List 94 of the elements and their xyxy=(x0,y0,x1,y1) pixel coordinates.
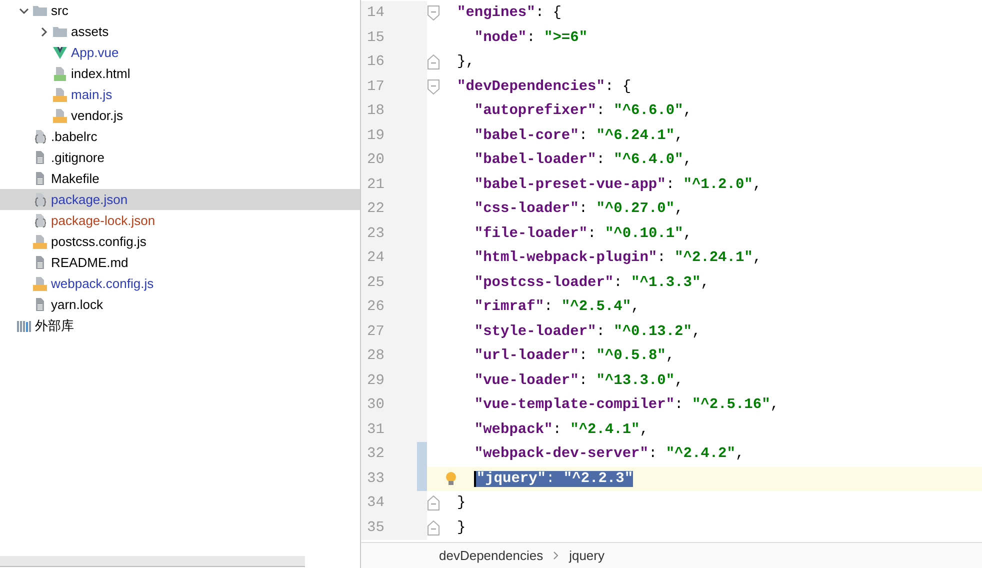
vue-file-icon xyxy=(52,44,68,60)
file-name: Makefile xyxy=(51,171,100,186)
scrollbar[interactable] xyxy=(0,556,305,567)
line-number: 35 xyxy=(361,516,417,540)
js-file-icon xyxy=(52,108,68,124)
line-number: 15 xyxy=(361,26,417,50)
line-number: 19 xyxy=(361,124,417,148)
line-number: 29 xyxy=(361,368,417,393)
code-line: "style-loader": "^0.13.2", xyxy=(473,324,701,340)
line-number: 25 xyxy=(361,270,417,295)
file-name: package.json xyxy=(51,192,128,207)
file-name: index.html xyxy=(71,66,130,81)
tree-row[interactable]: .babelrc xyxy=(0,126,360,147)
code-line: }, xyxy=(457,54,474,70)
line-number: 30 xyxy=(361,393,417,418)
file-name: src xyxy=(51,3,68,18)
code-line: } xyxy=(457,495,466,512)
code-line: "html-webpack-plugin": "^2.24.1", xyxy=(473,250,762,266)
json-file-icon xyxy=(32,128,48,144)
file-name: 外部库 xyxy=(35,316,74,334)
line-number: 26 xyxy=(361,295,417,320)
file-name: README.md xyxy=(51,255,128,270)
js-file-icon xyxy=(32,234,48,250)
code-line: "css-loader": "^0.27.0", xyxy=(473,201,684,218)
tree-row[interactable]: index.html xyxy=(0,63,360,84)
code-line: "babel-core": "^6.24.1", xyxy=(473,128,684,144)
json-file-icon xyxy=(32,212,48,228)
chevron-right-icon xyxy=(553,551,560,560)
code-line: "babel-preset-vue-app": "^1.2.0", xyxy=(473,176,762,193)
tree-row[interactable]: Makefile xyxy=(0,168,360,189)
line-number: 16 xyxy=(361,50,417,74)
json-file-icon xyxy=(32,192,48,208)
line-number: 20 xyxy=(361,148,417,172)
file-name: App.vue xyxy=(71,45,119,60)
tree-row[interactable]: vendor.js xyxy=(0,105,360,126)
code-line: "engines": { xyxy=(457,5,562,22)
line-number: 27 xyxy=(361,320,417,344)
line-number: 21 xyxy=(361,172,417,197)
tree-row[interactable]: .gitignore xyxy=(0,147,360,168)
code-line: "postcss-loader": "^1.3.3", xyxy=(473,274,710,291)
file-name: assets xyxy=(71,24,109,39)
file-name: vendor.js xyxy=(71,108,124,123)
breadcrumb[interactable]: jquery xyxy=(569,548,604,563)
lightbulb-icon[interactable] xyxy=(445,470,457,486)
tree-row[interactable]: yarn.lock xyxy=(0,294,360,315)
code-line: "babel-loader": "^6.4.0", xyxy=(473,152,692,168)
tree-row[interactable]: App.vue xyxy=(0,42,360,63)
fold-end-icon[interactable] xyxy=(427,495,440,512)
line-number: 28 xyxy=(361,344,417,368)
file-name: webpack.config.js xyxy=(51,276,154,291)
file-name: postcss.config.js xyxy=(51,234,146,249)
file-name: yarn.lock xyxy=(51,297,104,312)
fold-end-icon[interactable] xyxy=(427,54,440,70)
tree-row[interactable]: assets xyxy=(0,21,360,42)
file-name: package-lock.json xyxy=(51,213,156,228)
code-line: "webpack": "^2.4.1", xyxy=(473,422,648,438)
fold-icon[interactable] xyxy=(427,5,440,22)
file-name: .babelrc xyxy=(51,129,98,144)
line-number: 32 xyxy=(361,442,417,466)
js-file-icon xyxy=(52,86,68,102)
code-line: "vue-loader": "^13.3.0", xyxy=(473,372,684,389)
code-line: } xyxy=(457,520,466,536)
tree-row[interactable]: package-lock.json xyxy=(0,210,360,231)
line-number: 31 xyxy=(361,418,417,442)
js-file-icon xyxy=(32,276,48,292)
file-name: .gitignore xyxy=(51,150,104,165)
line-number: 22 xyxy=(361,197,417,222)
code-line: "file-loader": "^0.10.1", xyxy=(473,226,692,242)
tree-row[interactable]: postcss.config.js xyxy=(0,231,360,252)
line-number: 34 xyxy=(361,491,417,516)
fold-end-icon[interactable] xyxy=(427,520,440,536)
code-line: "devDependencies": { xyxy=(457,78,632,95)
line-number: 33 xyxy=(361,466,417,491)
file-name: main.js xyxy=(71,87,112,102)
line-number: 14 xyxy=(361,1,417,26)
code-line: "webpack-dev-server": "^2.4.2", xyxy=(473,446,744,462)
tree-row[interactable]: README.md xyxy=(0,252,360,273)
fold-icon[interactable] xyxy=(427,78,440,95)
tree-row[interactable]: src xyxy=(0,0,360,21)
html-file-icon xyxy=(52,66,68,82)
code-line: "vue-template-compiler": "^2.5.16", xyxy=(473,397,779,414)
line-number: 17 xyxy=(361,74,417,99)
tree-row[interactable]: package.json xyxy=(0,189,360,210)
line-number: 24 xyxy=(361,246,417,270)
breadcrumb[interactable]: devDependencies xyxy=(439,548,544,563)
tree-row[interactable]: 外部库 xyxy=(0,315,360,336)
line-number: 18 xyxy=(361,99,417,124)
line-number: 23 xyxy=(361,222,417,246)
code-line: "url-loader": "^0.5.8", xyxy=(473,348,675,364)
tree-row[interactable]: main.js xyxy=(0,84,360,105)
code-line: "rimraf": "^2.5.4", xyxy=(473,299,640,316)
code-line: "autoprefixer": "^6.6.0", xyxy=(473,103,692,120)
code-line: "node": ">=6" xyxy=(473,30,588,46)
tree-row[interactable]: webpack.config.js xyxy=(0,273,360,294)
